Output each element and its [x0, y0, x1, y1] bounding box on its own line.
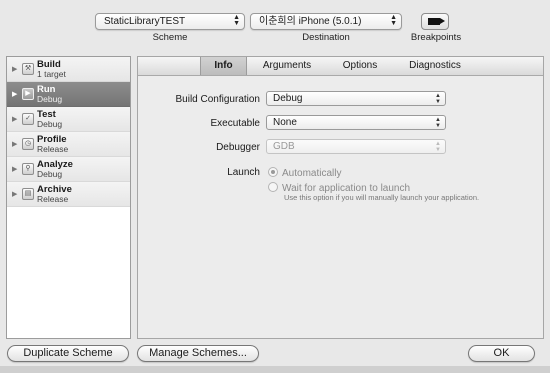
radio-button-icon[interactable] [268, 182, 278, 192]
run-icon: ▶ [22, 88, 34, 100]
debugger-label: Debugger [216, 142, 260, 153]
disclosure-triangle-icon[interactable]: ▶ [12, 190, 17, 198]
build-icon: ⚒ [22, 63, 34, 75]
launch-automatically-option[interactable]: Automatically [268, 167, 341, 179]
breakpoints-button[interactable] [421, 13, 449, 30]
disclosure-triangle-icon[interactable]: ▶ [12, 90, 17, 98]
action-subtitle: 1 target [37, 69, 66, 79]
tab-bar: Info Arguments Options Diagnostics [138, 57, 543, 76]
ok-button[interactable]: OK [468, 345, 535, 362]
analyze-icon: ⚲ [22, 163, 34, 175]
action-analyze[interactable]: ▶ ⚲ Analyze Debug [7, 157, 130, 182]
popup-arrows-icon: ▲ ▼ [390, 14, 397, 27]
archive-icon: ▤ [22, 188, 34, 200]
test-icon: ✓ [22, 113, 34, 125]
radio-button-icon[interactable] [268, 167, 278, 177]
popup-arrows-icon: ▲ ▼ [435, 93, 441, 105]
tab-options[interactable]: Options [333, 57, 387, 75]
executable-label: Executable [210, 118, 260, 129]
build-configuration-popup[interactable]: Debug ▲ ▼ [266, 91, 446, 106]
scheme-label: Scheme [152, 32, 188, 43]
tab-info[interactable]: Info [200, 57, 247, 75]
disclosure-triangle-icon[interactable]: ▶ [12, 165, 17, 173]
scheme-value: StaticLibraryTEST [104, 16, 186, 27]
destination-popup[interactable]: 이춘희의 iPhone (5.0.1) ▲ ▼ [250, 13, 402, 30]
build-configuration-label: Build Configuration [175, 94, 261, 105]
duplicate-scheme-button[interactable]: Duplicate Scheme [7, 345, 129, 362]
disclosure-triangle-icon[interactable]: ▶ [12, 65, 17, 73]
breakpoints-label: Breakpoints [410, 32, 462, 43]
launch-automatically-label: Automatically [282, 168, 342, 179]
action-profile[interactable]: ▶ ◷ Profile Release [7, 132, 130, 157]
executable-value: None [273, 117, 297, 128]
popup-arrows-icon: ▲ ▼ [233, 14, 240, 27]
scheme-action-list: ▶ ⚒ Build 1 target ▶ ▶ Run Debug ▶ ✓ Tes… [6, 56, 131, 339]
profile-icon: ◷ [22, 138, 34, 150]
disclosure-triangle-icon[interactable]: ▶ [12, 115, 17, 123]
build-configuration-value: Debug [273, 93, 303, 104]
popup-arrows-icon: ▲ ▼ [435, 117, 441, 129]
breakpoint-icon [428, 18, 445, 25]
destination-label: Destination [302, 32, 350, 43]
action-test[interactable]: ▶ ✓ Test Debug [7, 107, 130, 132]
popup-arrows-icon: ▲ ▼ [435, 141, 441, 153]
launch-label: Launch [227, 167, 260, 178]
action-subtitle: Debug [37, 169, 63, 179]
action-subtitle: Release [37, 144, 69, 154]
action-subtitle: Debug [37, 119, 63, 129]
scheme-editor-sheet: StaticLibraryTEST ▲ ▼ 이춘희의 iPhone (5.0.1)… [0, 0, 550, 373]
executable-popup[interactable]: None ▲ ▼ [266, 115, 446, 130]
action-build[interactable]: ▶ ⚒ Build 1 target [7, 57, 130, 82]
manage-schemes-button[interactable]: Manage Schemes... [137, 345, 259, 362]
launch-hint: Use this option if you will manually lau… [284, 193, 480, 202]
debugger-popup[interactable]: GDB ▲ ▼ [266, 139, 446, 154]
disclosure-triangle-icon[interactable]: ▶ [12, 140, 17, 148]
action-subtitle: Debug [37, 94, 63, 104]
destination-value: 이춘희의 iPhone (5.0.1) [259, 16, 362, 27]
toolbar: StaticLibraryTEST ▲ ▼ 이춘희의 iPhone (5.0.1)… [0, 0, 550, 52]
tab-arguments[interactable]: Arguments [256, 57, 318, 75]
tab-diagnostics[interactable]: Diagnostics [400, 57, 470, 75]
action-run[interactable]: ▶ ▶ Run Debug [7, 82, 130, 107]
run-settings-panel: Info Arguments Options Diagnostics Build… [137, 56, 544, 339]
debugger-value: GDB [273, 141, 295, 152]
scheme-popup[interactable]: StaticLibraryTEST ▲ ▼ [95, 13, 245, 30]
action-archive[interactable]: ▶ ▤ Archive Release [7, 182, 130, 207]
action-subtitle: Release [37, 194, 69, 204]
window-footer [0, 366, 550, 373]
